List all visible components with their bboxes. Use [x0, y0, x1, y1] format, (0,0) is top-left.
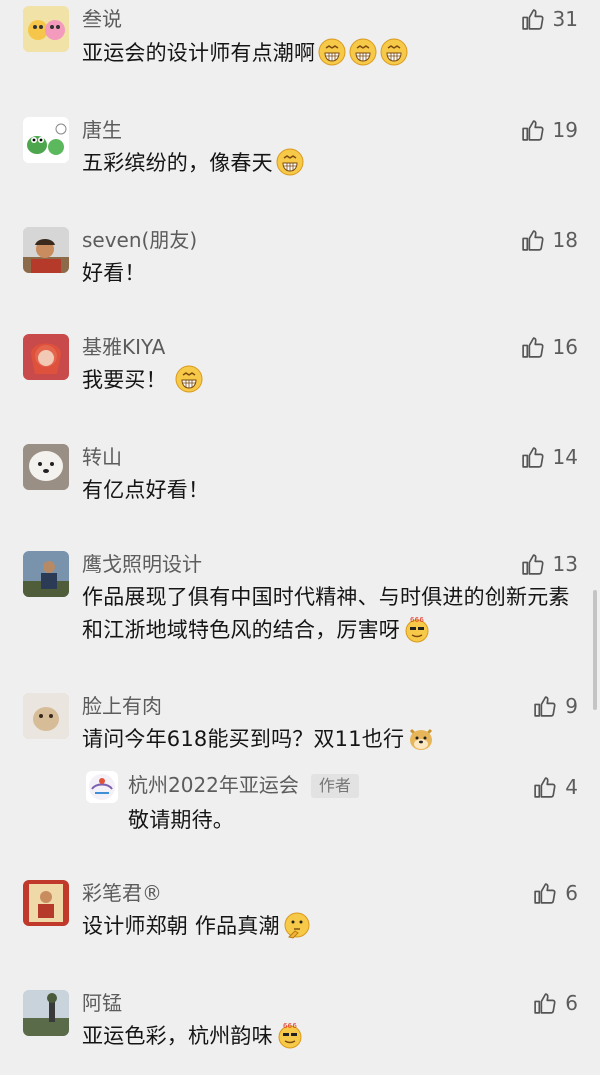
svg-text:666: 666: [283, 1022, 297, 1030]
comment-author[interactable]: 叁说: [82, 6, 122, 32]
thumb-up-icon: [534, 776, 556, 798]
thumb-up-icon: [521, 229, 544, 251]
thumb-up-icon: [521, 553, 544, 575]
like-count: 4: [565, 775, 578, 799]
comment-text: 请问今年618能买到吗？双11也行: [82, 723, 572, 756]
comment-text: 设计师郑朝 作品真潮: [82, 910, 572, 943]
like-count: 31: [552, 7, 578, 31]
comment-author[interactable]: 鹰戈照明设计: [82, 551, 202, 577]
thinking-face-icon: [283, 911, 311, 939]
grin-face-icon: [175, 365, 203, 393]
svg-text:666: 666: [410, 616, 424, 624]
scrollbar[interactable]: [593, 590, 597, 710]
like-button[interactable]: 4: [532, 774, 578, 800]
like-count: 19: [552, 118, 578, 142]
comment-text: 亚运色彩，杭州韵味 666: [82, 1020, 572, 1053]
comment-text: 我要买！: [82, 364, 572, 397]
like-count: 13: [552, 552, 578, 576]
comment-text: 好看！: [82, 261, 146, 285]
avatar[interactable]: [23, 444, 69, 490]
avatar[interactable]: [23, 551, 69, 597]
avatar[interactable]: [23, 693, 69, 739]
like-count: 6: [565, 991, 578, 1015]
thumb-up-icon: [521, 336, 544, 358]
thumb-up-icon: [521, 119, 544, 141]
avatar[interactable]: [23, 6, 69, 52]
avatar[interactable]: [23, 334, 69, 380]
like-button[interactable]: 6: [532, 990, 578, 1016]
like-button[interactable]: 14: [520, 444, 578, 470]
like-count: 6: [565, 881, 578, 905]
like-count: 14: [552, 445, 578, 469]
reply-text: 敬请期待。: [128, 808, 234, 832]
avatar[interactable]: [23, 227, 69, 273]
comment-author[interactable]: 脸上有肉: [82, 693, 162, 719]
grin-face-icon: [349, 38, 377, 66]
comment-author[interactable]: 唐生: [82, 117, 122, 143]
thumb-up-icon: [534, 882, 556, 904]
comment-text: 有亿点好看！: [82, 478, 210, 502]
comment-author[interactable]: 转山: [82, 444, 122, 470]
like-count: 9: [565, 694, 578, 718]
like-button[interactable]: 6: [532, 880, 578, 906]
reply-author[interactable]: 杭州2022年亚运会 作者: [128, 772, 359, 798]
comment-text: 亚运会的设计师有点潮啊: [82, 37, 572, 70]
like-button[interactable]: 16: [520, 334, 578, 360]
thumb-up-icon: [521, 8, 544, 30]
like-button[interactable]: 18: [520, 227, 578, 253]
grin-face-icon: [276, 148, 304, 176]
thumb-up-icon: [521, 446, 544, 468]
comment-author[interactable]: 基雅KIYA: [82, 334, 165, 360]
comment-author[interactable]: seven(朋友): [82, 227, 197, 253]
comment-text: 作品展现了俱有中国时代精神、与时俱进的创新元素和江浙地域特色风的结合，厉害呀 66…: [82, 585, 570, 643]
thumb-up-icon: [534, 695, 556, 717]
like-count: 16: [552, 335, 578, 359]
comment-author[interactable]: 彩笔君®: [82, 880, 162, 906]
doge-icon: [407, 724, 435, 752]
grin-face-icon: [318, 38, 346, 66]
avatar[interactable]: [23, 880, 69, 926]
666-face-icon: 666: [403, 615, 431, 643]
grin-face-icon: [380, 38, 408, 66]
comment-author[interactable]: 阿锰: [82, 990, 122, 1016]
comment-text: 五彩缤纷的，像春天: [82, 147, 572, 180]
avatar[interactable]: [23, 117, 69, 163]
like-button[interactable]: 31: [520, 6, 578, 32]
like-count: 18: [552, 228, 578, 252]
author-badge: 作者: [310, 774, 359, 798]
like-button[interactable]: 9: [532, 693, 578, 719]
like-button[interactable]: 19: [520, 117, 578, 143]
like-button[interactable]: 13: [520, 551, 578, 577]
avatar[interactable]: [23, 990, 69, 1036]
666-face-icon: 666: [276, 1021, 304, 1049]
thumb-up-icon: [534, 992, 556, 1014]
author-avatar[interactable]: [86, 771, 118, 803]
